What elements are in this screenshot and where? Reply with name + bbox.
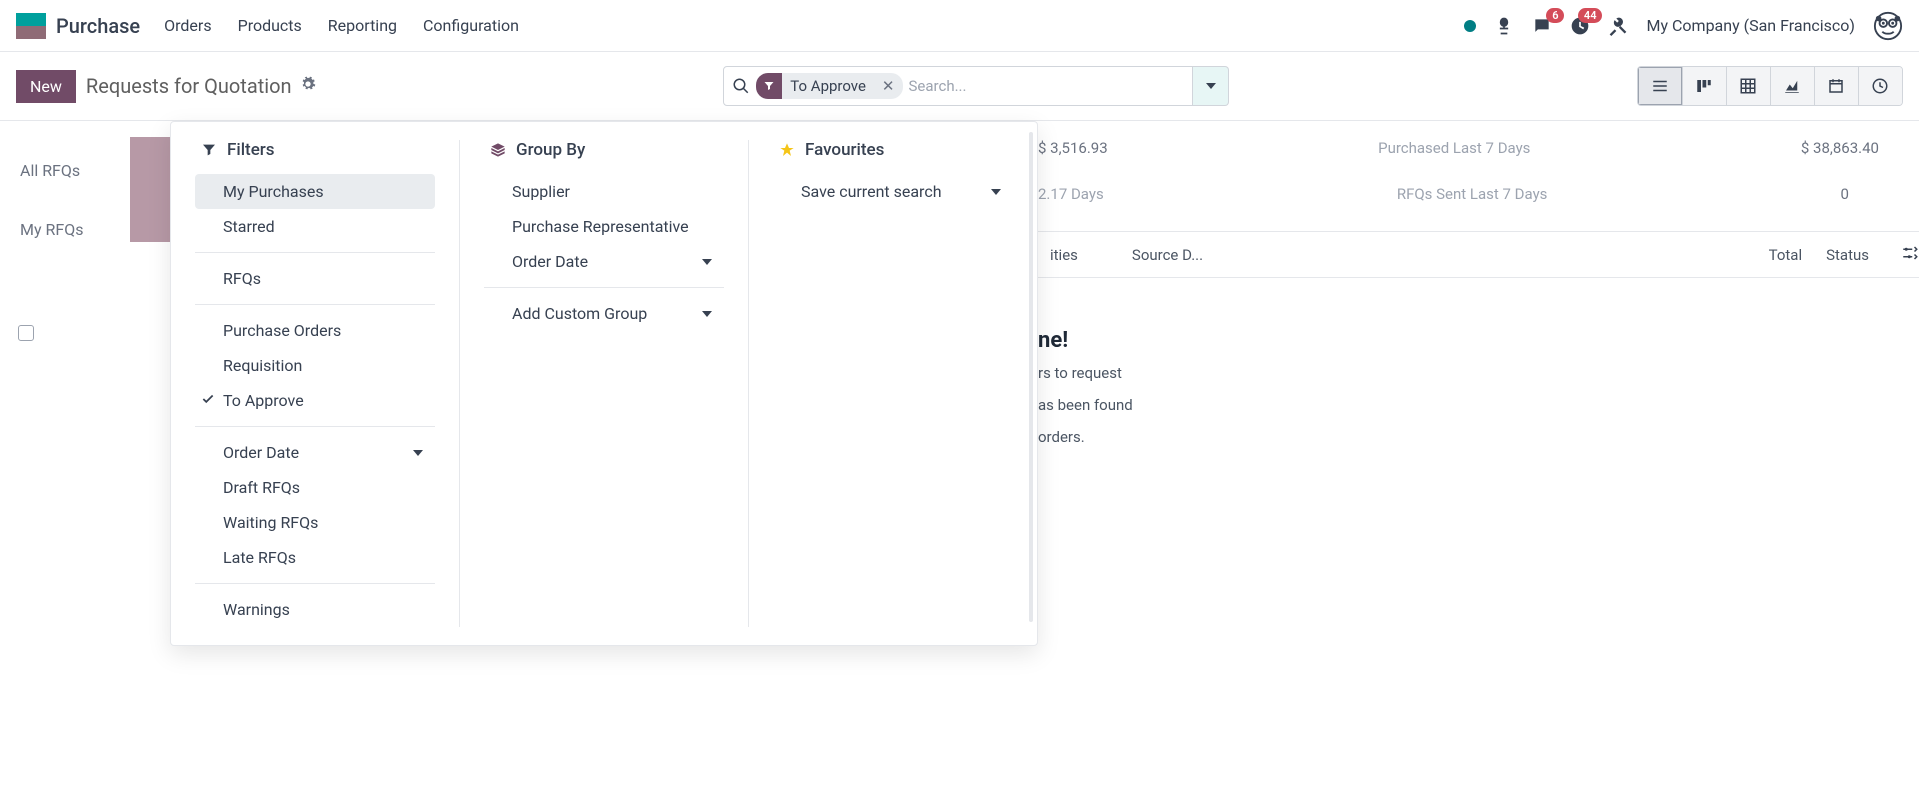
view-graph-button[interactable] xyxy=(1770,67,1814,105)
filter-purchase-orders[interactable]: Purchase Orders xyxy=(195,313,435,348)
view-list-button[interactable] xyxy=(1638,67,1682,105)
filter-starred[interactable]: Starred xyxy=(195,209,435,244)
messages-badge: 6 xyxy=(1546,8,1564,23)
kpi-sent-value: 0 xyxy=(1841,185,1879,203)
separator xyxy=(195,583,435,584)
kpi-sent-label: RFQs Sent Last 7 Days xyxy=(1397,185,1548,203)
search-facet: To Approve ✕ xyxy=(756,73,902,99)
layers-icon xyxy=(490,142,506,158)
phone-icon[interactable] xyxy=(1494,16,1514,36)
chevron-down-icon xyxy=(702,252,712,271)
search-input[interactable] xyxy=(909,77,1185,95)
search-dropdown-toggle[interactable] xyxy=(1193,66,1229,106)
chevron-down-icon xyxy=(991,182,1001,201)
col-activities[interactable]: ities xyxy=(1038,246,1090,264)
groupby-add-custom[interactable]: Add Custom Group xyxy=(484,296,724,331)
selection-indicator xyxy=(130,137,170,242)
view-calendar-button[interactable] xyxy=(1814,67,1858,105)
page-title: Requests for Quotation xyxy=(86,74,292,98)
nav-orders[interactable]: Orders xyxy=(164,16,211,35)
app-name: Purchase xyxy=(56,14,140,38)
filter-my-purchases[interactable]: My Purchases xyxy=(195,174,435,209)
search-dropdown-panel: Filters My Purchases Starred RFQs Purcha… xyxy=(170,121,1038,646)
app-icon xyxy=(16,13,46,39)
gear-icon[interactable] xyxy=(292,76,316,96)
main-content-slice: $ 3,516.93 Purchased Last 7 Days $ 38,86… xyxy=(1038,121,1919,449)
kpi-amount: $ 3,516.93 xyxy=(1038,139,1108,157)
kpi-days-value: 2.17 Days xyxy=(1038,185,1104,203)
view-switcher xyxy=(1637,66,1903,106)
search-icon xyxy=(732,77,750,95)
chevron-down-icon xyxy=(413,443,423,462)
fav-save-search[interactable]: Save current search xyxy=(773,174,1013,209)
filter-waiting-rfqs[interactable]: Waiting RFQs xyxy=(195,505,435,540)
view-pivot-button[interactable] xyxy=(1726,67,1770,105)
columns-adjust-icon[interactable] xyxy=(1901,244,1919,266)
control-bar: New Requests for Quotation To Approve ✕ xyxy=(0,52,1919,120)
filter-requisition[interactable]: Requisition xyxy=(195,348,435,383)
nav-reporting[interactable]: Reporting xyxy=(328,16,397,35)
groupby-order-date[interactable]: Order Date xyxy=(484,244,724,279)
favourites-column: Favourites Save current search xyxy=(749,140,1037,627)
new-button[interactable]: New xyxy=(16,70,76,103)
empty-line2: as been found xyxy=(1038,393,1919,417)
nav-products[interactable]: Products xyxy=(238,16,302,35)
filter-late-rfqs[interactable]: Late RFQs xyxy=(195,540,435,575)
nav-right: 6 44 My Company (San Francisco) xyxy=(1464,11,1903,41)
empty-state: ne! rs to request as been found orders. xyxy=(1038,278,1919,449)
empty-line3: orders. xyxy=(1038,425,1919,449)
body: All RFQs My RFQs Filters My Purchases St… xyxy=(0,120,1919,251)
empty-title: ne! xyxy=(1038,328,1919,353)
nav-configuration[interactable]: Configuration xyxy=(423,16,519,35)
status-dot-icon xyxy=(1464,20,1476,32)
main-area: Filters My Purchases Starred RFQs Purcha… xyxy=(170,121,1919,251)
filters-column: Filters My Purchases Starred RFQs Purcha… xyxy=(171,140,460,627)
funnel-icon xyxy=(201,142,217,158)
filter-warnings[interactable]: Warnings xyxy=(195,592,435,627)
view-kanban-button[interactable] xyxy=(1682,67,1726,105)
company-name[interactable]: My Company (San Francisco) xyxy=(1646,16,1855,35)
top-navbar: Purchase Orders Products Reporting Confi… xyxy=(0,0,1919,52)
dropdown-scrollbar[interactable] xyxy=(1029,132,1033,622)
tools-icon[interactable] xyxy=(1608,16,1628,36)
nav-menu: Orders Products Reporting Configuration xyxy=(164,16,519,35)
col-source-doc[interactable]: Source D... xyxy=(1120,246,1215,264)
filter-order-date[interactable]: Order Date xyxy=(195,435,435,470)
kpi-purchased-value: $ 38,863.40 xyxy=(1801,139,1879,157)
col-total[interactable]: Total xyxy=(1757,246,1815,264)
col-status[interactable]: Status xyxy=(1814,246,1881,264)
facet-remove[interactable]: ✕ xyxy=(874,77,903,95)
kpi-purchased-label: Purchased Last 7 Days xyxy=(1378,139,1530,157)
groupby-column: Group By Supplier Purchase Representativ… xyxy=(460,140,749,627)
chevron-down-icon xyxy=(702,304,712,323)
avatar-icon[interactable] xyxy=(1873,11,1903,41)
check-icon xyxy=(201,391,215,410)
groupby-heading: Group By xyxy=(484,140,724,160)
separator xyxy=(195,304,435,305)
filter-icon xyxy=(756,73,782,99)
messages-icon[interactable]: 6 xyxy=(1532,16,1552,36)
left-panel: All RFQs My RFQs xyxy=(0,121,170,251)
filter-draft-rfqs[interactable]: Draft RFQs xyxy=(195,470,435,505)
favourites-heading: Favourites xyxy=(773,140,1013,160)
separator xyxy=(195,426,435,427)
filter-rfqs[interactable]: RFQs xyxy=(195,261,435,296)
empty-line1: rs to request xyxy=(1038,361,1919,385)
search-box[interactable]: To Approve ✕ xyxy=(723,66,1193,106)
filter-to-approve[interactable]: To Approve xyxy=(195,383,435,418)
separator xyxy=(484,287,724,288)
select-all-checkbox[interactable] xyxy=(18,325,34,341)
groupby-purchase-rep[interactable]: Purchase Representative xyxy=(484,209,724,244)
search-container: To Approve ✕ xyxy=(723,66,1229,106)
view-activity-button[interactable] xyxy=(1858,67,1902,105)
star-icon xyxy=(779,142,795,158)
activities-badge: 44 xyxy=(1578,8,1603,23)
filters-heading: Filters xyxy=(195,140,435,160)
separator xyxy=(195,252,435,253)
facet-label: To Approve xyxy=(782,74,874,98)
activities-icon[interactable]: 44 xyxy=(1570,16,1590,36)
groupby-supplier[interactable]: Supplier xyxy=(484,174,724,209)
